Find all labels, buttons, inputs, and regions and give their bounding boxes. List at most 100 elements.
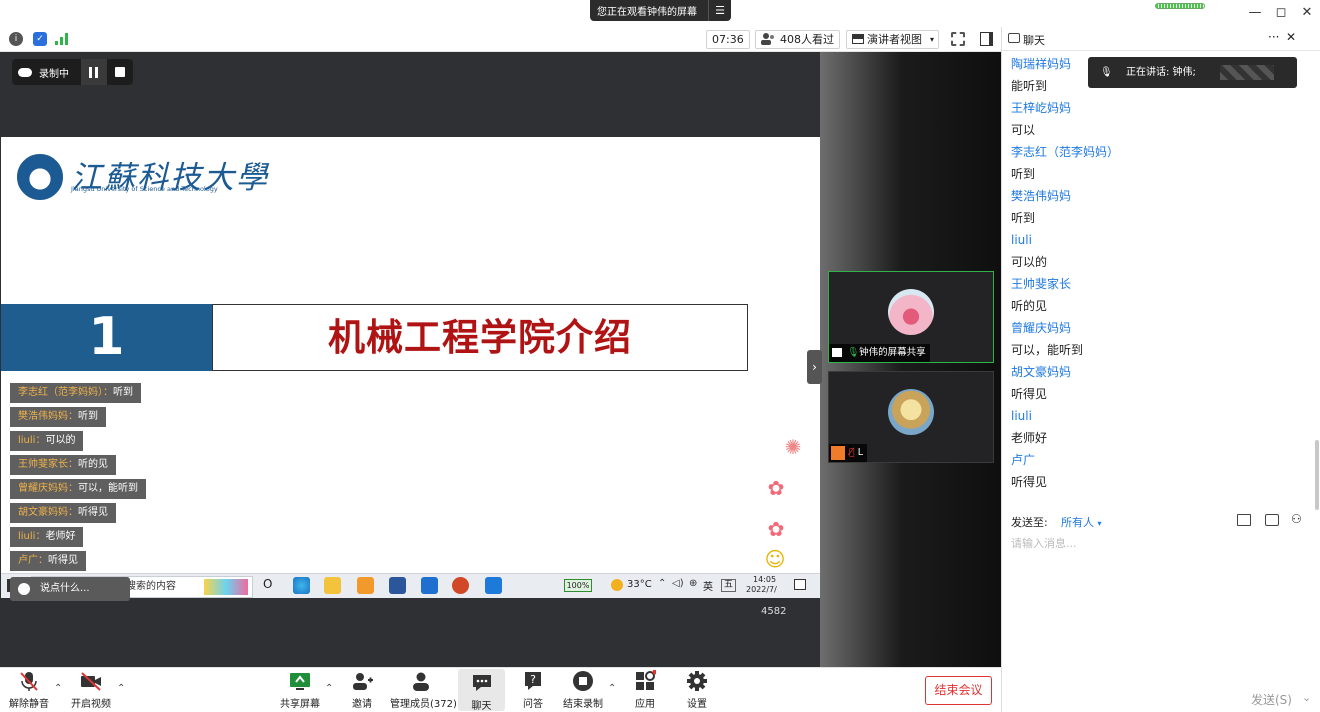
share-options-caret-icon[interactable]: ⌃ <box>325 683 333 694</box>
screenshot-icon[interactable] <box>1265 514 1279 526</box>
ime-language[interactable]: 英 <box>703 578 713 593</box>
info-icon[interactable]: i <box>9 32 23 46</box>
end-recording-button[interactable]: 结束录制 <box>560 670 606 710</box>
signal-icon[interactable] <box>55 33 69 45</box>
people-icon <box>761 33 775 50</box>
chat-sender[interactable]: 王梓屹妈妈 <box>1011 97 1301 119</box>
share-screen-button[interactable]: 共享屏幕 <box>279 670 321 710</box>
members-icon <box>410 670 432 692</box>
danmu-item: liuli：可以的 <box>10 431 84 451</box>
section-number: 1 <box>1 304 212 371</box>
ime-mode[interactable]: 五 <box>721 579 737 592</box>
close-window-button[interactable]: ✕ <box>1297 4 1317 22</box>
edge-icon[interactable] <box>293 577 310 594</box>
participant-tile[interactable]: 🎙̸ L <box>828 371 994 463</box>
meeting-toolbar: 解除静音 ⌃ 开启视频 ⌃ 共享屏幕 ⌃ 邀请 管理成员(372) 聊天 ? 问… <box>0 667 1001 712</box>
participant-label: 🎙钟伟的屏幕共享 <box>829 344 930 362</box>
network-icon[interactable]: ⊕ <box>689 578 697 589</box>
stop-recording-button[interactable] <box>107 59 133 85</box>
chat-bubble-icon <box>1008 33 1020 43</box>
banner-menu-icon[interactable]: ☰ <box>708 0 731 21</box>
chat-message-input[interactable]: 请输入消息... <box>1011 535 1077 551</box>
settings-button[interactable]: 设置 <box>680 670 714 710</box>
app-orange-icon[interactable] <box>357 577 374 594</box>
comment-input[interactable]: 说点什么... <box>10 577 130 601</box>
notification-icon[interactable] <box>794 579 806 590</box>
chat-sender[interactable]: 曾耀庆妈妈 <box>1011 317 1301 339</box>
invite-button[interactable]: 邀请 <box>345 670 379 710</box>
chat-message: 听到 <box>1011 167 1036 181</box>
minimize-button[interactable]: — <box>1245 4 1265 22</box>
tray-chevron-icon[interactable]: ⌃ <box>658 578 666 589</box>
chat-button[interactable]: 聊天 <box>458 669 505 712</box>
cortana-icon[interactable]: O <box>263 577 272 591</box>
flower-emoji-icon: ✿ <box>767 517 785 541</box>
chat-more-icon[interactable]: ··· <box>1268 30 1279 44</box>
taskbar-date: 2022/7/ <box>746 585 777 594</box>
danmu-item: 胡文豪妈妈：听得见 <box>10 503 116 523</box>
collapse-strip-button[interactable]: › <box>807 350 822 384</box>
send-options-chevron-icon[interactable]: ⌄ <box>1302 691 1311 704</box>
close-chat-icon[interactable]: ✕ <box>1286 30 1296 44</box>
word-icon[interactable] <box>389 577 406 594</box>
comment-placeholder: 说点什么... <box>40 583 90 594</box>
audio-options-caret-icon[interactable]: ⌃ <box>54 683 62 694</box>
chat-message: 老师好 <box>1011 431 1048 445</box>
danmu-item: 王帅斐家长：听的见 <box>10 455 116 475</box>
volume-icon[interactable]: ◁) <box>672 578 684 589</box>
chat-sender[interactable]: 樊浩伟妈妈 <box>1011 185 1301 207</box>
chat-header: 聊天 ··· ✕ <box>1002 27 1320 51</box>
chat-sender[interactable]: liuli <box>1011 405 1301 427</box>
user-settings-icon[interactable]: ⚇ <box>1291 512 1302 526</box>
participant-label: 🎙̸ L <box>829 444 868 462</box>
apps-button[interactable]: 应用 <box>628 669 662 710</box>
send-to-select[interactable]: 所有人 ▾ <box>1061 514 1102 530</box>
grin-emoji-icon: ☺ <box>764 547 786 571</box>
pause-recording-button[interactable] <box>81 59 107 85</box>
chat-sender[interactable]: 胡文豪妈妈 <box>1011 361 1301 383</box>
meeting-info-bar: i ✓ 07:36 408人看过 演讲者视图 ▾ <box>0 27 1001 52</box>
mic-icon: 🎙 <box>1100 67 1113 78</box>
view-mode-select[interactable]: 演讲者视图 ▾ <box>846 30 939 49</box>
sidebar-toggle-icon[interactable] <box>980 32 993 46</box>
meeting-timer: 07:36 <box>706 30 750 49</box>
section-title: 机械工程学院介绍 <box>212 304 748 371</box>
video-options-caret-icon[interactable]: ⌃ <box>117 683 125 694</box>
start-video-button[interactable]: 开启视频 <box>70 670 112 710</box>
app-blue-icon[interactable] <box>421 577 438 594</box>
mic-muted-icon <box>18 670 40 692</box>
send-button[interactable]: 发送(S) <box>1251 691 1292 708</box>
svg-text:?: ? <box>530 673 536 686</box>
unmute-button[interactable]: 解除静音 <box>8 670 50 710</box>
file-explorer-icon[interactable] <box>324 577 341 594</box>
viewer-count[interactable]: 408人看过 <box>755 30 840 49</box>
chat-message: 可以的 <box>1011 255 1048 269</box>
avatar <box>888 389 934 435</box>
stop-record-icon <box>572 670 594 692</box>
chat-sender[interactable]: liuli <box>1011 229 1301 251</box>
chat-message-list: 陶瑞祥妈妈 能听到 王梓屹妈妈 可以 李志红（范李妈妈） 听到 樊浩伟妈妈 听到… <box>1011 53 1301 493</box>
chat-scrollbar[interactable] <box>1315 440 1319 510</box>
shield-icon[interactable]: ✓ <box>33 32 47 46</box>
maximize-button[interactable]: ◻ <box>1271 4 1291 22</box>
chat-sender[interactable]: 王帅斐家长 <box>1011 273 1301 295</box>
fullscreen-icon[interactable] <box>951 32 965 46</box>
end-meeting-button[interactable]: 结束会议 <box>925 676 992 705</box>
question-icon: ? <box>522 670 544 692</box>
speaking-indicator: 🎙 正在讲话: 钟伟; <box>1088 57 1297 88</box>
chat-message: 听的见 <box>1011 299 1048 313</box>
qa-button[interactable]: ? 问答 <box>516 670 550 710</box>
manage-members-button[interactable]: 管理成员(372) <box>390 670 457 710</box>
mic-muted-icon: 🎙̸ <box>849 447 855 458</box>
app-meeting-icon[interactable] <box>485 577 502 594</box>
chat-message: 可以 <box>1011 123 1036 137</box>
share-screen-icon <box>289 670 311 692</box>
participant-tile-sharer[interactable]: 🎙钟伟的屏幕共享 <box>828 271 994 363</box>
recording-label: 录制中 <box>39 68 69 80</box>
record-options-caret-icon[interactable]: ⌃ <box>608 683 616 694</box>
chat-sender[interactable]: 李志红（范李妈妈） <box>1011 141 1301 163</box>
powerpoint-icon[interactable] <box>452 577 469 594</box>
chat-sender[interactable]: 卢广 <box>1011 449 1301 471</box>
stage-counter: 4582 <box>761 606 787 617</box>
file-icon[interactable] <box>1237 514 1251 526</box>
